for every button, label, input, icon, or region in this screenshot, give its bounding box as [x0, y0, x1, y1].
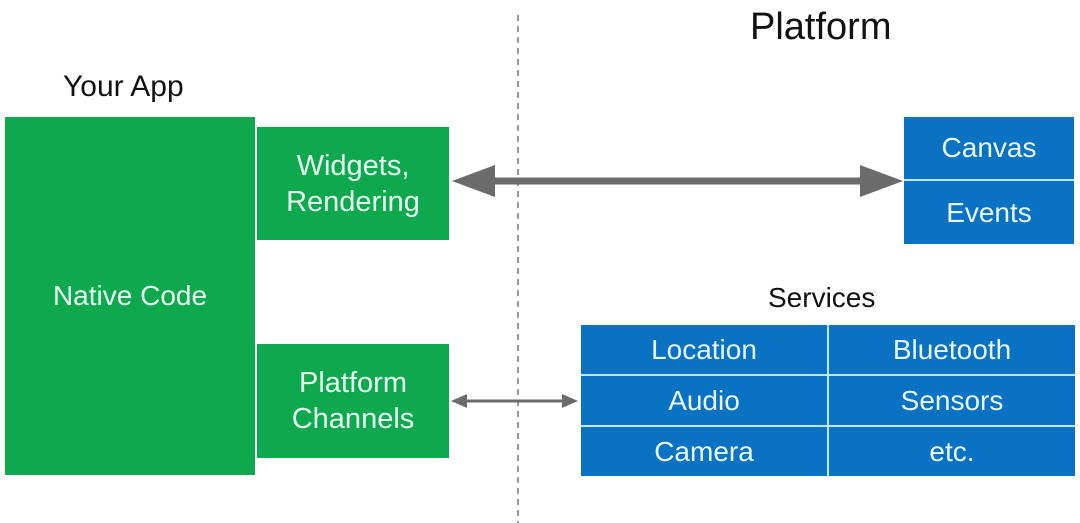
arrowhead-left	[452, 165, 495, 197]
service-label: Bluetooth	[892, 333, 1012, 365]
events-label: Events	[946, 196, 1032, 228]
service-label: Location	[651, 333, 757, 365]
events-block: Events	[904, 181, 1074, 244]
arrowhead-left	[451, 394, 467, 408]
canvas-events-stack: Canvas Events	[904, 117, 1074, 244]
service-camera: Camera	[581, 427, 827, 476]
platform-channels-block: Platform Channels	[257, 344, 449, 458]
service-bluetooth: Bluetooth	[829, 325, 1075, 374]
service-label: Sensors	[900, 384, 1004, 416]
widgets-rendering-block: Widgets, Rendering	[257, 127, 449, 240]
arrowhead-right	[562, 394, 578, 408]
canvas-label: Canvas	[941, 132, 1037, 163]
widgets-rendering-label-line1: Widgets,	[296, 149, 410, 182]
service-etc: etc.	[829, 427, 1075, 476]
your-app-heading: Your App	[63, 70, 184, 103]
platform-heading: Platform	[750, 6, 892, 48]
native-code-block: Native Code	[5, 117, 255, 475]
service-location: Location	[581, 325, 827, 374]
service-label: Audio	[668, 384, 740, 416]
native-code-label: Native Code	[52, 280, 208, 311]
widgets-canvas-arrow	[452, 165, 903, 197]
services-heading: Services	[768, 282, 876, 313]
canvas-block: Canvas	[904, 117, 1074, 179]
widgets-rendering-label-line2: Rendering	[286, 185, 420, 218]
services-grid: Location Bluetooth Audio Sensors Camera …	[581, 325, 1075, 476]
channels-services-arrow	[451, 394, 578, 408]
platform-channels-label-line2: Channels	[291, 403, 415, 435]
arrowhead-right	[860, 165, 903, 197]
service-audio: Audio	[581, 376, 827, 425]
service-label: Camera	[654, 435, 754, 467]
platform-channels-label-line1: Platform	[299, 367, 407, 399]
service-label: etc.	[929, 435, 975, 467]
service-sensors: Sensors	[829, 376, 1075, 425]
